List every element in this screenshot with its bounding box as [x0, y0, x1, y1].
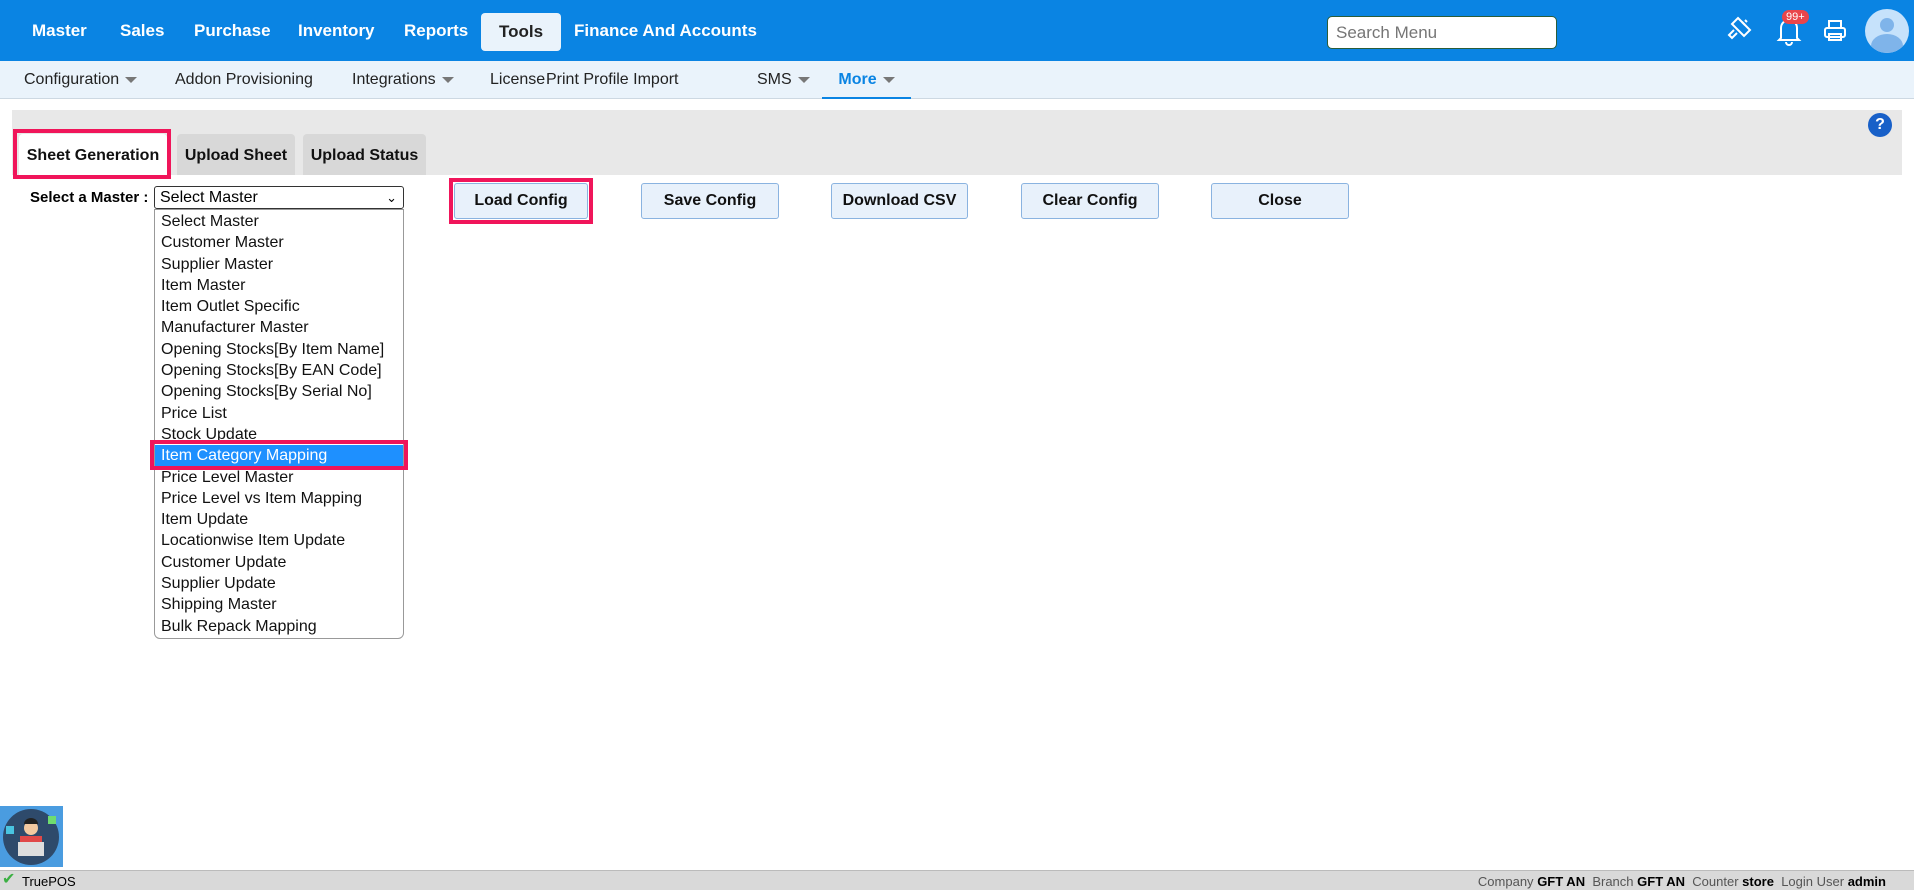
- select-master-label: Select a Master :: [30, 189, 149, 206]
- branch-value: GFT AN: [1637, 874, 1686, 889]
- nav-purchase[interactable]: Purchase: [194, 0, 271, 61]
- sub-nav: Configuration Addon Provisioning Integra…: [0, 61, 1914, 99]
- counter-label: Counter: [1692, 874, 1739, 889]
- option-item[interactable]: Supplier Master: [155, 254, 403, 275]
- subnav-more[interactable]: More: [822, 61, 911, 99]
- option-item[interactable]: Shipping Master: [155, 594, 403, 615]
- subnav-label: SMS: [757, 71, 792, 88]
- help-icon[interactable]: ?: [1868, 113, 1892, 137]
- close-button[interactable]: Close: [1211, 183, 1349, 219]
- subnav-addon-provisioning[interactable]: Addon Provisioning: [175, 61, 313, 99]
- option-item[interactable]: Opening Stocks[By Item Name]: [155, 339, 403, 360]
- check-icon: ✔: [2, 871, 16, 888]
- master-select[interactable]: Select Master ⌄: [154, 186, 404, 209]
- caret-down-icon: [797, 76, 810, 83]
- subnav-license[interactable]: License: [490, 61, 545, 99]
- support-chat-avatar[interactable]: [0, 806, 63, 867]
- subnav-label: Configuration: [24, 71, 120, 88]
- paint-brush-icon[interactable]: [1726, 14, 1756, 46]
- option-item[interactable]: Supplier Update: [155, 573, 403, 594]
- user-value: admin: [1847, 874, 1886, 889]
- subnav-label: More: [838, 71, 877, 88]
- nav-finance[interactable]: Finance And Accounts: [574, 0, 757, 61]
- subnav-sms[interactable]: SMS: [757, 61, 810, 99]
- option-item[interactable]: Customer Update: [155, 552, 403, 573]
- nav-inventory[interactable]: Inventory: [298, 0, 375, 61]
- tab-upload-sheet[interactable]: Upload Sheet: [177, 134, 295, 175]
- caret-down-icon: [125, 76, 138, 83]
- option-item[interactable]: Locationwise Item Update: [155, 530, 403, 551]
- select-value: Select Master: [160, 189, 258, 206]
- printer-icon[interactable]: [1822, 18, 1848, 44]
- option-item[interactable]: Price List: [155, 403, 403, 424]
- company-value: GFT AN: [1537, 874, 1586, 889]
- option-item[interactable]: Manufacturer Master: [155, 317, 403, 338]
- subnav-label: Integrations: [352, 71, 436, 88]
- option-item[interactable]: Opening Stocks[By EAN Code]: [155, 360, 403, 381]
- highlight-box: [449, 178, 593, 224]
- option-item[interactable]: Item Master: [155, 275, 403, 296]
- master-dropdown-list: Select Master Customer Master Supplier Mas…: [154, 209, 404, 639]
- save-config-button[interactable]: Save Config: [641, 183, 779, 219]
- status-bar: ✔ TruePOS Company GFT AN Branch GFT AN C…: [0, 870, 1914, 890]
- nav-tools[interactable]: Tools: [481, 13, 562, 51]
- nav-master[interactable]: Master: [32, 0, 87, 61]
- nav-reports[interactable]: Reports: [404, 0, 468, 61]
- subnav-print-profile-import[interactable]: Print Profile Import: [546, 61, 678, 99]
- subnav-configuration[interactable]: Configuration: [24, 61, 138, 99]
- option-item[interactable]: Item Outlet Specific: [155, 296, 403, 317]
- subnav-integrations[interactable]: Integrations: [352, 61, 454, 99]
- download-csv-button[interactable]: Download CSV: [831, 183, 968, 219]
- option-item[interactable]: Select Master: [155, 211, 403, 232]
- top-bar: Master Sales Purchase Inventory Reports …: [0, 0, 1914, 61]
- option-item[interactable]: Item Update: [155, 509, 403, 530]
- user-avatar[interactable]: [1865, 9, 1909, 53]
- clear-config-button[interactable]: Clear Config: [1021, 183, 1159, 219]
- nav-sales[interactable]: Sales: [120, 0, 164, 61]
- counter-value: store: [1742, 874, 1774, 889]
- branch-label: Branch: [1592, 874, 1634, 889]
- notification-badge: 99+: [1782, 10, 1809, 24]
- company-label: Company: [1477, 874, 1534, 889]
- option-item[interactable]: Customer Master: [155, 232, 403, 253]
- caret-down-icon: [882, 76, 895, 83]
- caret-down-icon: [441, 76, 454, 83]
- highlight-box: [13, 129, 171, 179]
- option-item[interactable]: Price Level vs Item Mapping: [155, 488, 403, 509]
- option-item[interactable]: Opening Stocks[By Serial No]: [155, 381, 403, 402]
- tab-upload-status[interactable]: Upload Status: [303, 134, 426, 175]
- chevron-down-icon: ⌄: [386, 190, 397, 205]
- tab-strip: [12, 110, 1902, 175]
- search-menu-input[interactable]: [1327, 16, 1557, 49]
- highlight-box: [150, 440, 408, 471]
- user-label: Login User: [1781, 874, 1845, 889]
- option-item[interactable]: Bulk Repack Mapping: [155, 616, 403, 637]
